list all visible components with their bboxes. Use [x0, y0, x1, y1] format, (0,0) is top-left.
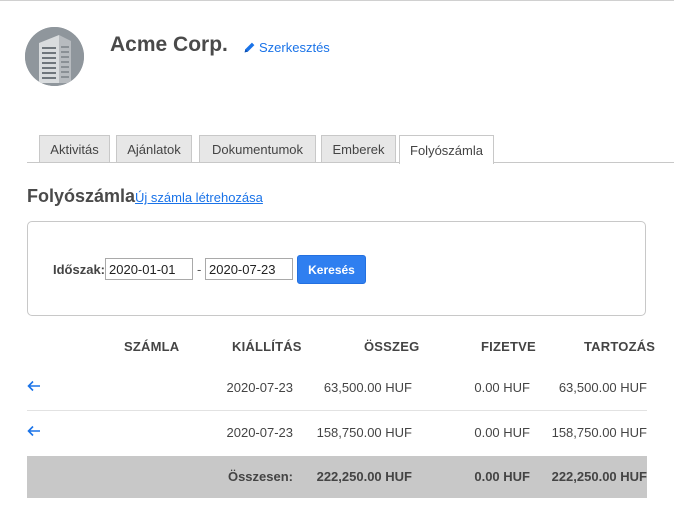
paid: 0.00 HUF [474, 425, 530, 440]
from-date-input[interactable] [105, 258, 193, 280]
edit-link[interactable]: Szerkesztés [243, 40, 330, 55]
column-header-due: TARTOZÁS [584, 339, 656, 354]
paid: 0.00 HUF [474, 380, 530, 395]
issued-date: 2020-07-23 [226, 380, 294, 395]
total-due: 222,250.00 HUF [551, 469, 647, 484]
top-border [0, 0, 674, 1]
column-header-paid: FIZETVE [481, 339, 536, 354]
section-title: Folyószámla [27, 186, 136, 206]
tab-aktivitas[interactable]: Aktivitás [39, 135, 110, 162]
issued-date: 2020-07-23 [226, 425, 294, 440]
company-name: Acme Corp. [110, 33, 228, 56]
date-separator: - [197, 262, 202, 277]
amount: 63,500.00 HUF [323, 380, 412, 395]
column-header-issued: KIÁLLÍTÁS [232, 339, 302, 354]
total-paid: 0.00 HUF [474, 469, 530, 484]
tab-folyoszamla[interactable]: Folyószámla [399, 135, 494, 164]
arrow-left-icon[interactable] [27, 379, 41, 393]
column-header-amount: ÖSSZEG [364, 339, 420, 354]
total-row: Összesen: 222,250.00 HUF 0.00 HUF 222,25… [27, 456, 647, 498]
due: 63,500.00 HUF [558, 380, 647, 395]
building-icon [25, 27, 84, 86]
pencil-icon [244, 42, 255, 53]
company-avatar [25, 27, 84, 86]
tab-dokumentumok[interactable]: Dokumentumok [199, 135, 316, 162]
table-row: 2020-07-23 158,750.00 HUF 0.00 HUF 158,7… [27, 411, 647, 455]
arrow-left-icon[interactable] [27, 424, 41, 438]
search-button[interactable]: Keresés [297, 255, 366, 284]
column-header-invoice: SZÁMLA [124, 339, 180, 354]
due: 158,750.00 HUF [551, 425, 647, 440]
total-amount: 222,250.00 HUF [316, 469, 412, 484]
total-label: Összesen: [227, 469, 293, 484]
filter-panel: Időszak: - Keresés [27, 221, 646, 316]
to-date-input[interactable] [205, 258, 293, 280]
amount: 158,750.00 HUF [316, 425, 412, 440]
period-label: Időszak: [53, 262, 106, 277]
tab-bar: Aktivitás Ajánlatok Dokumentumok Emberek… [27, 135, 674, 164]
edit-link-label: Szerkesztés [259, 40, 330, 55]
tab-emberek[interactable]: Emberek [321, 135, 396, 162]
tab-ajanlatok[interactable]: Ajánlatok [116, 135, 192, 162]
table-row: 2020-07-23 63,500.00 HUF 0.00 HUF 63,500… [27, 366, 647, 410]
new-invoice-link[interactable]: Új számla létrehozása [135, 190, 263, 205]
